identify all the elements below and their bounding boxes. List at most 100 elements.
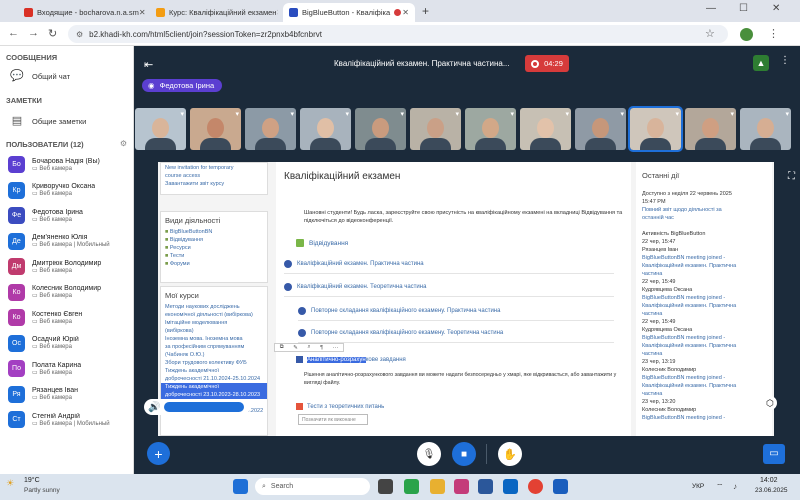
chrome-icon[interactable]	[528, 479, 543, 494]
more-icon[interactable]: ⋯	[333, 345, 339, 351]
public-chat-item[interactable]: 💬 Общий чат	[0, 65, 133, 87]
users-settings-icon[interactable]: ⚙	[120, 139, 127, 148]
entry-user[interactable]: Рязанцев Іван	[636, 246, 772, 254]
shared-notes-item[interactable]: ▤ Общие заметки	[0, 108, 133, 134]
task-view-icon[interactable]	[378, 479, 393, 494]
close-icon[interactable]: ✕	[139, 8, 146, 17]
user-list-item[interactable]: Ко Костенко Євген ▭ Веб камера	[0, 305, 133, 331]
user-list-item[interactable]: Фе Федотова Ірина ▭ Веб камера	[0, 203, 133, 229]
entry-link[interactable]: частина	[636, 350, 772, 358]
attendance-link[interactable]: Відвідування	[296, 239, 348, 247]
activity-retake-practical[interactable]: Повторне складання кваліфікаційного екза…	[298, 307, 614, 321]
chevron-down-icon[interactable]: ▾	[180, 110, 184, 118]
activity-practical[interactable]: Кваліфікаційний екзамен. Практична части…	[284, 260, 614, 274]
activity-retake-theoretical[interactable]: Повторне складання кваліфікаційного екза…	[298, 329, 614, 343]
outlook-icon[interactable]	[553, 479, 568, 494]
activity-type-link[interactable]: ■ Тести	[161, 252, 267, 260]
entry-link[interactable]: Кваліфікаційний екзамен. Практична	[636, 302, 772, 310]
copy-icon[interactable]: ⧉	[280, 344, 284, 351]
taskbar-search[interactable]: ⌕ Search	[255, 478, 370, 495]
user-list-item[interactable]: Кр Криворучко Оксана ▭ Веб камера	[0, 178, 133, 204]
course-link[interactable]: Іноземна мова. Іноземна мова	[161, 335, 267, 343]
user-list-item[interactable]: Ст Стегній Андрій ▭ Веб камера | Мобильн…	[0, 407, 133, 433]
edit-icon[interactable]: ✎	[293, 345, 298, 351]
clock-time[interactable]: 14:02	[760, 477, 778, 484]
entry-link[interactable]: BigBlueButtonBN meeting joined -	[636, 254, 772, 262]
participant-video[interactable]: ▾	[520, 108, 571, 150]
participant-video[interactable]: ▾	[245, 108, 296, 150]
store-icon[interactable]	[454, 479, 469, 494]
course-link[interactable]: (Чабиняк О.Ю.)	[161, 351, 267, 359]
browser-tab-mail[interactable]: Входящие - bocharova.n.a.sm ✕	[18, 3, 146, 22]
file-explorer-icon[interactable]	[430, 479, 445, 494]
participant-video[interactable]: ▾	[410, 108, 461, 150]
weather-temp[interactable]: 19°C	[24, 477, 40, 484]
search-icon[interactable]: ⌕	[307, 344, 310, 351]
entry-link[interactable]: Кваліфікаційний екзамен. Практична	[636, 262, 772, 270]
entry-link[interactable]: частина	[636, 390, 772, 398]
url-field[interactable]: ⚙ b2.khadi-kh.com/html5client/join?sessi…	[68, 25, 728, 43]
site-info-icon[interactable]: ⚙	[76, 30, 83, 39]
reload-icon[interactable]: ↻	[48, 27, 57, 40]
entry-link[interactable]: BigBlueButtonBN meeting joined -	[636, 414, 772, 422]
task-title[interactable]: Аналітично-розрахун кове завдання	[296, 356, 406, 363]
activity-type-link[interactable]: ■ Відвідування	[161, 236, 267, 244]
full-report-link[interactable]: останній час	[636, 214, 772, 222]
participant-video[interactable]: ▾	[628, 106, 683, 152]
volume-track[interactable]	[164, 402, 245, 412]
test-link[interactable]: Тести з теоретичних питань	[296, 403, 384, 410]
options-menu-icon[interactable]: ⋮	[780, 55, 790, 66]
entry-link[interactable]: BigBlueButtonBN meeting joined -	[636, 334, 772, 342]
format-icon[interactable]: ¶	[320, 345, 323, 351]
chevron-down-icon[interactable]: ▾	[785, 110, 789, 118]
recording-indicator[interactable]: 04:29	[525, 55, 569, 72]
browser-tab-bbb[interactable]: BigBlueButton - Кваліфіка ✕	[283, 3, 415, 22]
entry-link[interactable]: Кваліфікаційний екзамен. Практична	[636, 382, 772, 390]
entry-link[interactable]: частина	[636, 270, 772, 278]
forward-icon[interactable]: →	[28, 27, 39, 39]
user-list-item[interactable]: Дм Дмитріюк Володимир ▭ Веб камера	[0, 254, 133, 280]
windows-start-icon[interactable]	[233, 479, 248, 494]
participant-video[interactable]: ▾	[685, 108, 736, 150]
window-close-button[interactable]: ✕	[772, 3, 780, 14]
maximize-button[interactable]: ☐	[739, 3, 748, 14]
chevron-down-icon[interactable]: ▾	[345, 110, 349, 118]
entry-user[interactable]: Кудрявцева Оксана	[636, 326, 772, 334]
chevron-down-icon[interactable]: ▾	[290, 110, 294, 118]
admin-link[interactable]: New invitation for temporary	[161, 163, 267, 172]
participant-video[interactable]: ▾	[740, 108, 791, 150]
admin-link[interactable]: Завантажити звіт курсу	[161, 180, 267, 188]
app-icon[interactable]	[404, 479, 419, 494]
chevron-down-icon[interactable]: ▾	[730, 110, 734, 118]
raise-hand-button[interactable]: ✋	[498, 442, 522, 466]
chevron-down-icon[interactable]: ▾	[235, 110, 239, 118]
course-link[interactable]: (вибіркова)	[161, 327, 267, 335]
actions-button[interactable]: +	[147, 442, 170, 465]
new-tab-button[interactable]: +	[422, 4, 429, 18]
chevron-down-icon[interactable]: ▾	[510, 110, 514, 118]
entry-user[interactable]: Колесник Володимир	[636, 366, 772, 374]
participant-video[interactable]: ▾	[300, 108, 351, 150]
course-link[interactable]: доброчесності 23.10.2023-28.10.2023	[161, 391, 267, 399]
participant-video[interactable]: ▾	[135, 108, 186, 150]
full-report-link[interactable]: Повний звіт щодо діяльності за	[636, 206, 772, 214]
weather-text[interactable]: Partly sunny	[24, 487, 60, 494]
menu-icon[interactable]: ⋮	[768, 27, 779, 40]
chevron-down-icon[interactable]: ▾	[620, 110, 624, 118]
course-link[interactable]: Збори трудового колективу ФУБ	[161, 359, 267, 367]
clock-date[interactable]: 23.06.2025	[755, 487, 788, 494]
camera-button[interactable]: ■	[452, 442, 476, 466]
back-icon[interactable]: ←	[8, 27, 19, 39]
activity-type-link[interactable]: ■ Ресурси	[161, 244, 267, 252]
chevron-down-icon[interactable]: ▾	[565, 110, 569, 118]
volume-slider[interactable]: 🔊	[144, 399, 250, 415]
mute-microphone-button[interactable]: 🎙	[417, 442, 441, 466]
edge-icon[interactable]	[503, 479, 518, 494]
chevron-down-icon[interactable]: ▾	[400, 110, 404, 118]
course-link[interactable]: за професійним спрямуванням	[161, 343, 267, 351]
entry-link[interactable]: частина	[636, 310, 772, 318]
user-list-item[interactable]: По Полата Карина ▭ Веб камера	[0, 356, 133, 382]
browser-tab-course[interactable]: Курс: Кваліфікаційний екзамен ✕	[150, 3, 278, 22]
close-icon[interactable]: ✕	[276, 8, 278, 17]
participant-video[interactable]: ▾	[355, 108, 406, 150]
